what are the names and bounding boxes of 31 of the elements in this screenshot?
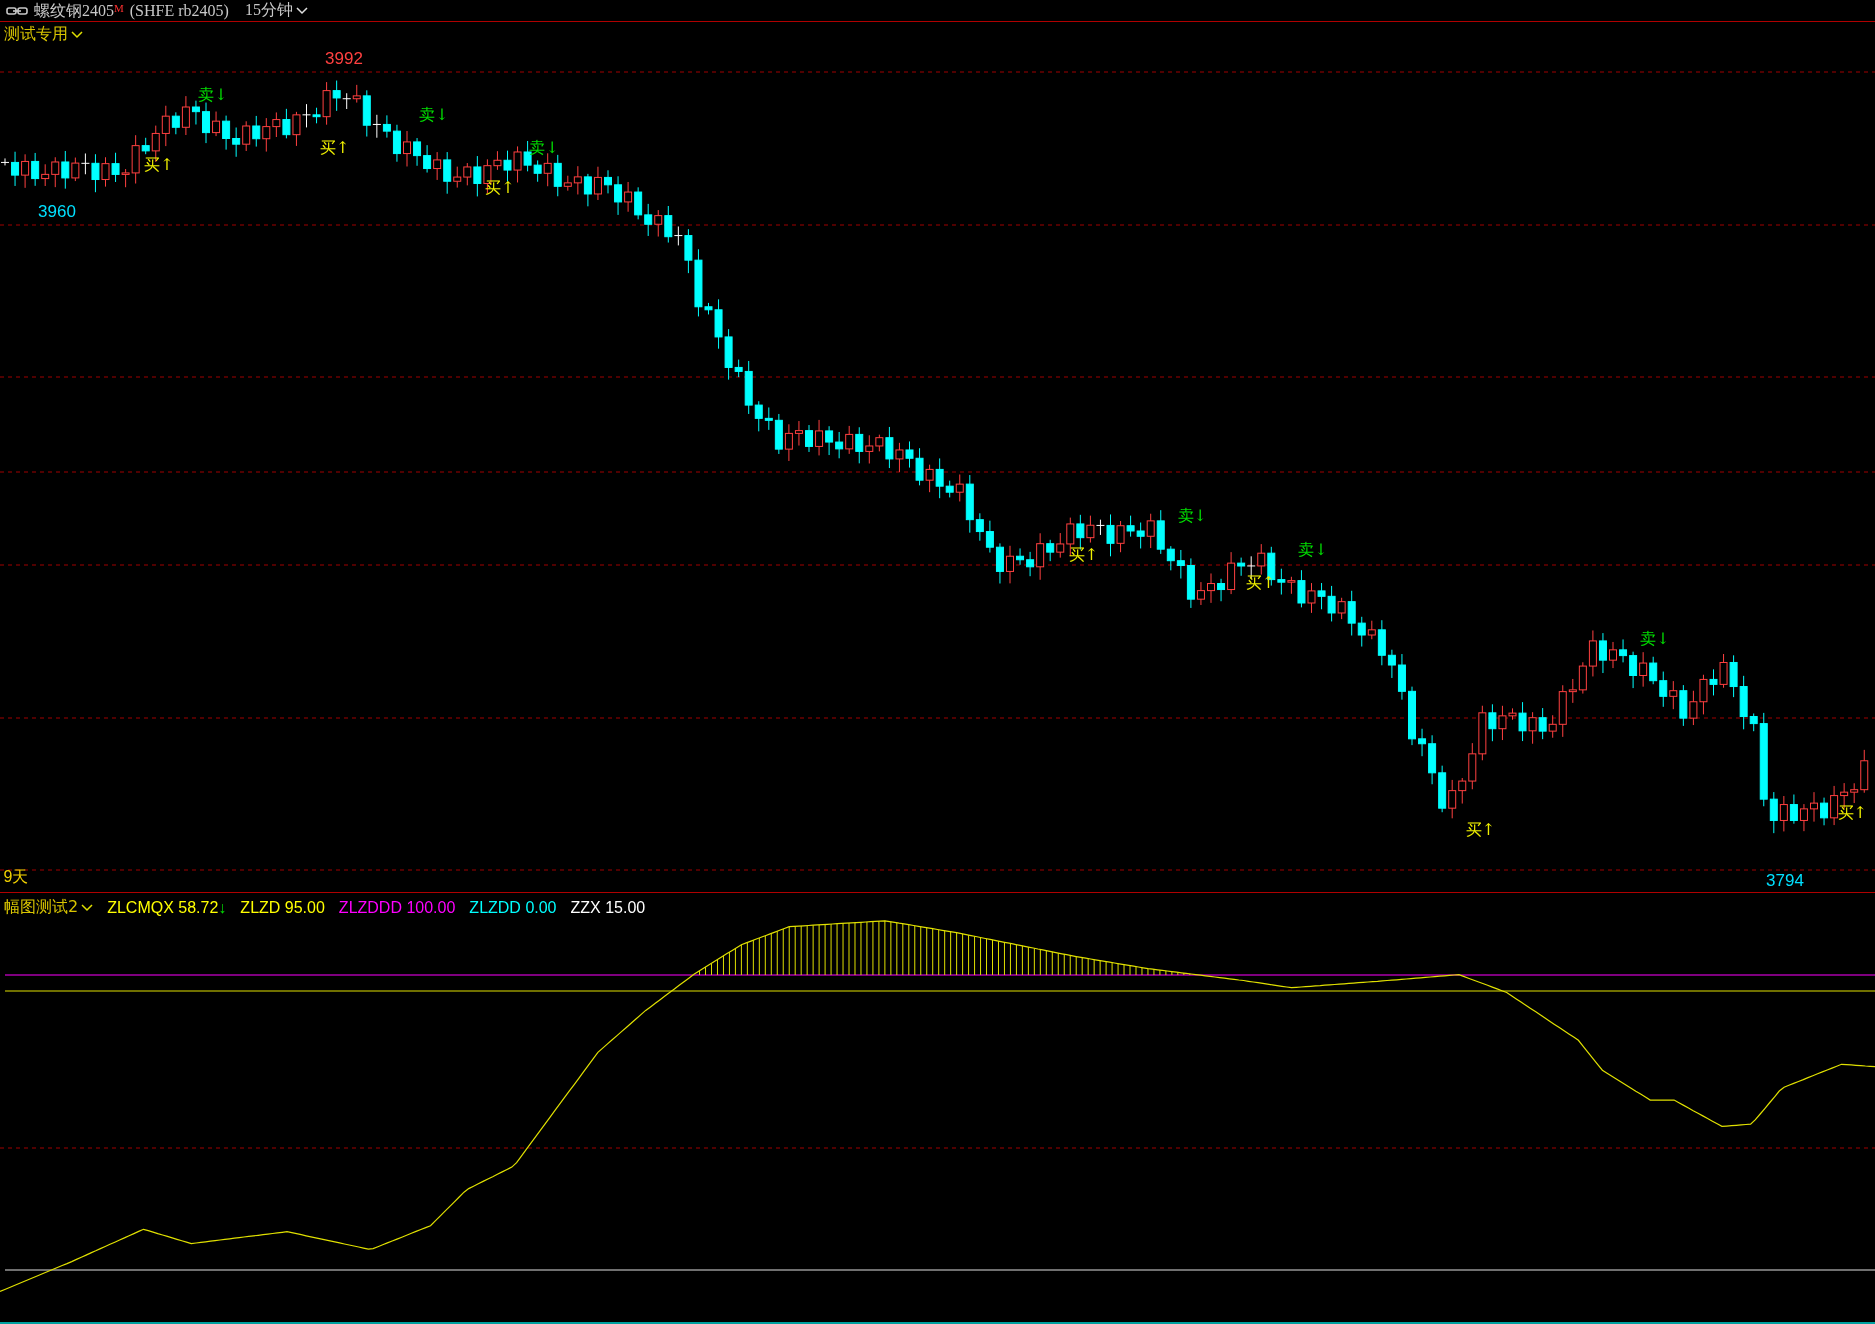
sell-signal: 卖↓ [419, 106, 449, 124]
buy-signal: 买↑ [1245, 573, 1276, 592]
legend-value: ZLCMQX 58.72↓ [107, 898, 227, 917]
legend-value: ZLZDDD 100.00 [338, 898, 456, 917]
exchange-code: (SHFE rb2405) [129, 2, 229, 19]
buy-signal: 买↑ [144, 156, 174, 174]
buy-signal: 买↑ [1068, 546, 1099, 564]
sell-signal: 卖↓ [1640, 629, 1670, 648]
caret-icon [71, 30, 83, 39]
sell-signal: 卖↓ [1177, 506, 1207, 525]
indicator-dropdown[interactable]: 测试专用 [4, 24, 83, 45]
legend-value: ZLZD 95.00 [240, 898, 325, 917]
buy-signal: 买↑ [1837, 804, 1867, 822]
buy-signal: 买↑ [1465, 821, 1496, 839]
sell-signal: 卖↓ [529, 139, 559, 158]
period-dropdown[interactable]: 15分钟 [244, 0, 308, 21]
caret-icon [81, 903, 94, 912]
legend-value: ZLZDD 0.00 [469, 898, 557, 917]
buy-signal: 买↑ [320, 139, 350, 158]
price-label: 3794 [1766, 872, 1804, 891]
link-icon [6, 5, 28, 16]
sell-signal: 卖↓ [1298, 541, 1328, 559]
caret-icon [295, 6, 308, 15]
range-label: 9天 [3, 868, 29, 886]
sell-signal: 卖↓ [198, 85, 228, 104]
indicator-dropdown[interactable]: 幅图测试2 [4, 897, 94, 918]
legend-value: ZZX 15.00 [570, 898, 646, 917]
price-label: 3960 [38, 203, 76, 222]
price-label: 3992 [325, 50, 363, 69]
instrument-name: 螺纹钢2405 [34, 2, 114, 19]
contract-mark: M [114, 2, 124, 14]
